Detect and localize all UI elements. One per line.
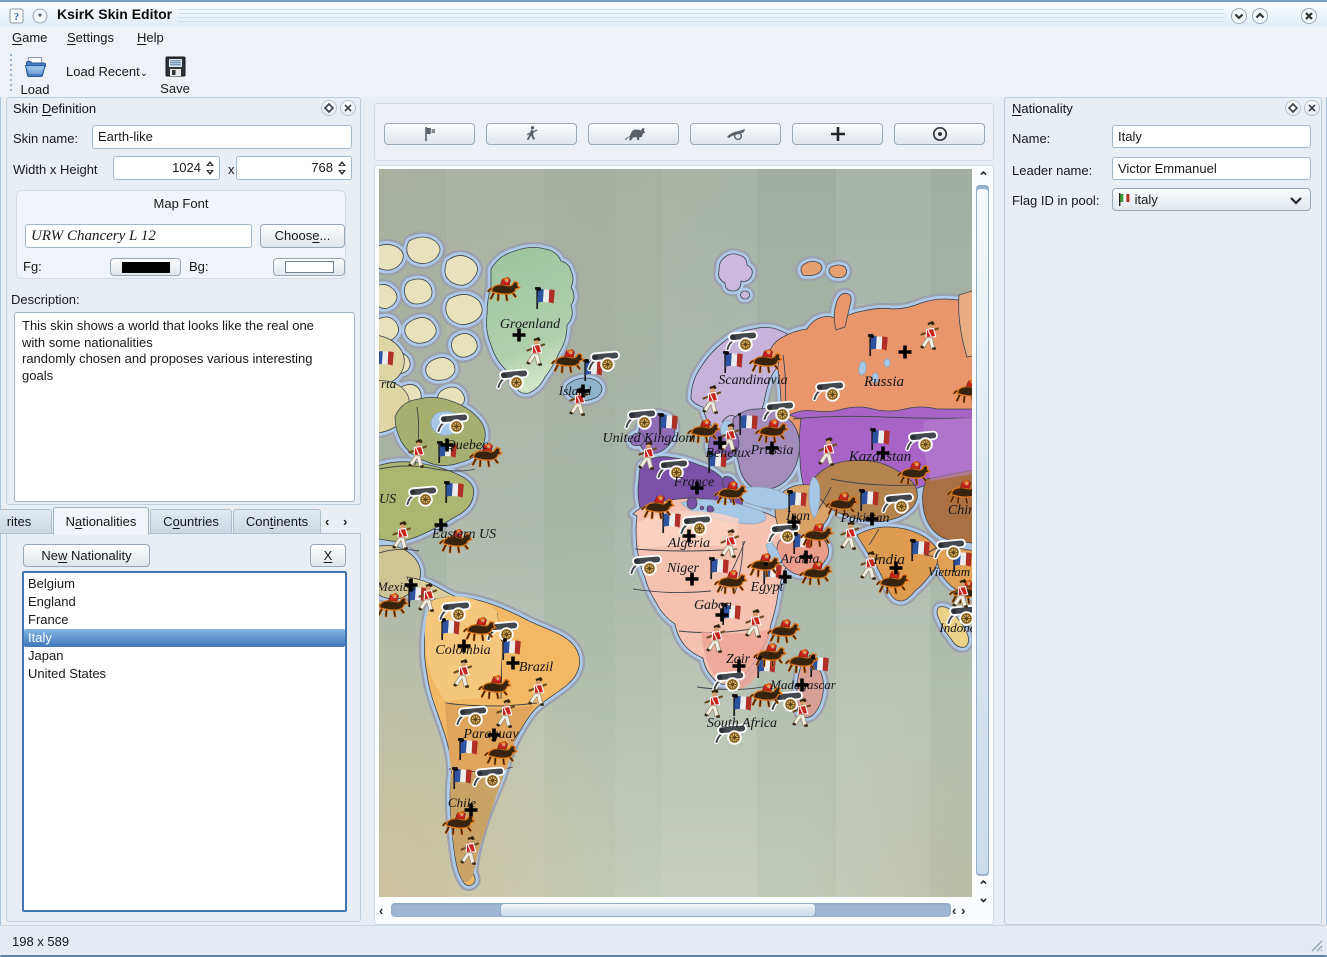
svg-text:India: India: [872, 552, 905, 568]
svg-text:Pakistan: Pakistan: [840, 511, 890, 526]
svg-text:US: US: [379, 492, 396, 507]
svg-text:Groenland: Groenland: [500, 317, 561, 332]
svg-text:Benelux: Benelux: [705, 446, 751, 461]
svg-text:Scandinavia: Scandinavia: [718, 373, 787, 388]
svg-text:Indonesia: Indonesia: [938, 620, 972, 635]
svg-text:Niger: Niger: [666, 561, 699, 576]
svg-text:rta: rta: [381, 376, 397, 391]
svg-text:Vietnam: Vietnam: [928, 564, 970, 579]
svg-text:Arabia: Arabia: [780, 552, 820, 567]
svg-text:Russia: Russia: [863, 374, 904, 390]
svg-text:United Kingdom: United Kingdom: [603, 431, 696, 446]
svg-text:South Africa: South Africa: [707, 716, 777, 731]
svg-text:?: ?: [14, 11, 20, 23]
svg-text:Brazil: Brazil: [519, 660, 553, 675]
svg-text:Gabon: Gabon: [694, 598, 732, 613]
svg-text:China: China: [948, 503, 972, 518]
svg-text:Egypt: Egypt: [750, 580, 785, 595]
